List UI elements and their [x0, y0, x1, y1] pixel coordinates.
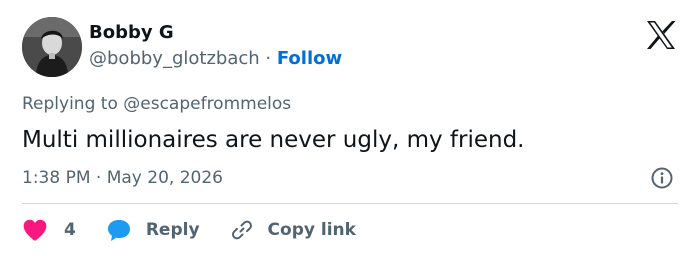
x-logo-icon[interactable]	[645, 20, 677, 50]
copy-link-button[interactable]: Copy link	[230, 218, 356, 242]
info-icon[interactable]	[650, 166, 674, 190]
tweet-date: May 20, 2026	[106, 168, 223, 188]
reply-context: Replying to @escapefrommelos	[22, 93, 291, 115]
heart-icon	[23, 219, 47, 241]
author-handle[interactable]: @bobby_glotzbach	[89, 48, 260, 69]
avatar[interactable]	[22, 17, 82, 77]
tweet-embed-card: Bobby G @bobby_glotzbach · Follow Replyi…	[0, 0, 700, 256]
author-handle-line: @bobby_glotzbach · Follow	[89, 47, 342, 71]
speech-bubble-icon	[107, 220, 130, 241]
reply-label: Reply	[145, 220, 200, 240]
reply-prefix: Replying to	[22, 94, 118, 114]
reply-mention-link[interactable]: @escapefrommelos	[123, 94, 291, 114]
divider	[22, 203, 678, 204]
timestamp-link[interactable]: 1:38 PM · May 20, 2026	[22, 167, 223, 189]
follow-button[interactable]: Follow	[277, 48, 342, 69]
author-name[interactable]: Bobby G	[89, 21, 174, 45]
copy-link-label: Copy link	[267, 220, 356, 240]
link-icon	[231, 220, 252, 240]
tweet-time: 1:38 PM	[22, 168, 91, 188]
like-button[interactable]: 4	[22, 218, 76, 242]
separator-dot: ·	[265, 48, 272, 69]
like-count: 4	[64, 220, 76, 240]
reply-button[interactable]: Reply	[106, 218, 200, 242]
action-bar: 4 Reply Copy link	[22, 215, 356, 245]
timestamp-separator: ·	[95, 168, 102, 188]
tweet-text: Multi millionaires are never ugly, my fr…	[22, 127, 525, 153]
